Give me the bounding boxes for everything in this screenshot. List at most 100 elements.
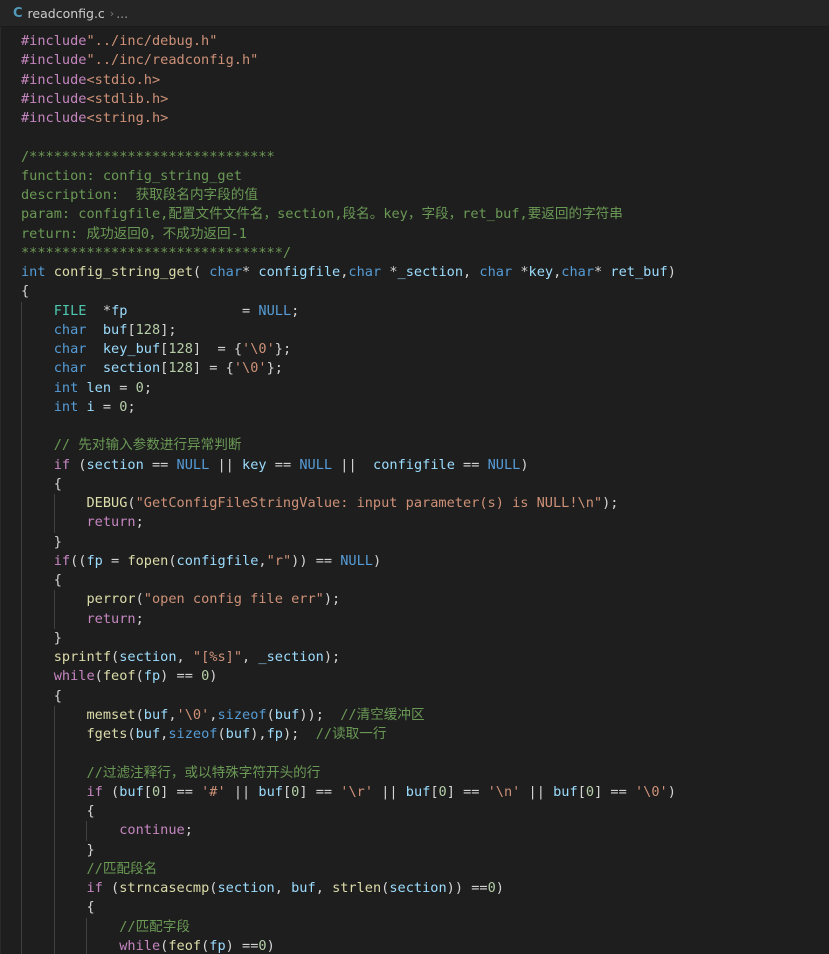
- code-line[interactable]: return: 成功返回0，不成功返回-1: [21, 225, 676, 244]
- code-token-pun: ||: [332, 456, 374, 473]
- code-line[interactable]: #include"../inc/readconfig.h": [21, 51, 676, 70]
- code-line[interactable]: }: [21, 532, 676, 552]
- code-token-fn: memset: [86, 706, 136, 723]
- indent-guide: [53, 609, 55, 629]
- code-token-ppstr: "../inc/debug.h": [86, 33, 218, 49]
- code-line[interactable]: #include"../inc/debug.h": [21, 32, 676, 51]
- code-line[interactable]: perror("open config file err");: [21, 590, 676, 610]
- code-token-pun: ;: [127, 398, 136, 415]
- code-token-pun: ): [373, 552, 382, 569]
- code-line[interactable]: //匹配段名: [21, 859, 676, 879]
- code-token-pun: ));: [299, 706, 341, 723]
- code-line[interactable]: // 先对输入参数进行异常判断: [21, 436, 676, 456]
- code-line[interactable]: ​: [21, 128, 676, 147]
- indent-guide: [21, 359, 22, 379]
- code-token-kw: char: [53, 360, 87, 377]
- code-line[interactable]: memset(buf,'\0',sizeof(buf)); //清空缓冲区: [21, 705, 676, 725]
- code-line[interactable]: fgets(buf,sizeof(buf),fp); //读取一行: [21, 725, 676, 745]
- code-line[interactable]: while(feof(fp) ==0): [21, 936, 676, 954]
- code-token-str: '\r': [340, 783, 374, 800]
- code-content[interactable]: #include"../inc/debug.h" #include"../inc/…: [0, 27, 676, 954]
- code-line[interactable]: int len = 0;: [21, 378, 676, 398]
- indent-guide: [53, 763, 55, 783]
- code-line[interactable]: return;: [21, 609, 676, 629]
- code-token-var: section: [102, 360, 161, 377]
- code-line[interactable]: {: [21, 802, 676, 822]
- indent-guide: [21, 821, 22, 841]
- code-line[interactable]: while(feof(fp) == 0): [21, 667, 676, 687]
- code-token-cmt: // 先对输入参数进行异常判断: [53, 437, 242, 454]
- code-line[interactable]: int config_string_get( char* configfile,…: [21, 263, 676, 282]
- code-token-pun: ): [520, 456, 529, 473]
- code-line[interactable]: continue;: [21, 821, 676, 841]
- code-token-kw: NULL: [258, 302, 292, 319]
- code-line[interactable]: //过滤注释行，或以特殊字符开头的行: [21, 763, 676, 783]
- code-line[interactable]: if (strncasecmp(section, buf, strlen(sec…: [21, 879, 676, 899]
- code-line[interactable]: {: [21, 571, 676, 591]
- code-line[interactable]: char key_buf[128] = {'\0'};: [21, 340, 676, 360]
- code-line[interactable]: ​: [21, 744, 676, 764]
- indent-guide: [53, 879, 55, 899]
- code-line[interactable]: #include<stdio.h>: [21, 71, 676, 90]
- code-token-pun: ] = {: [192, 360, 234, 377]
- code-line[interactable]: return;: [21, 513, 676, 533]
- code-token-pun: ): [667, 783, 676, 800]
- code-line[interactable]: {: [21, 686, 676, 706]
- code-editor[interactable]: #include"../inc/debug.h" #include"../inc/…: [0, 27, 829, 954]
- code-token-var: len: [86, 379, 112, 396]
- code-token-pun: ] ==: [594, 783, 635, 800]
- code-token-var: key: [528, 264, 554, 280]
- c-file-icon: C: [13, 5, 23, 21]
- breadcrumb-file-name: readconfig.c: [27, 5, 105, 21]
- code-token-pun: [21, 437, 54, 453]
- code-line[interactable]: ​: [21, 417, 676, 437]
- code-token-var: configfile: [258, 264, 341, 280]
- indent-guide: [21, 725, 22, 745]
- code-token-kw: sizeof: [168, 726, 218, 742]
- code-token-str: "open config file err": [143, 591, 324, 608]
- code-line[interactable]: ********************************/: [21, 244, 676, 263]
- code-line[interactable]: {: [21, 282, 676, 301]
- code-line[interactable]: #include<stdlib.h>: [21, 90, 676, 109]
- code-line[interactable]: if((fp = fopen(configfile,"r")) == NULL): [21, 551, 676, 571]
- code-token-pun: ||: [225, 783, 259, 800]
- code-line[interactable]: char buf[128];: [21, 320, 676, 340]
- indent-guide: [21, 705, 22, 725]
- code-line[interactable]: if (section == NULL || key == NULL || co…: [21, 455, 676, 475]
- code-token-pun: ),: [250, 726, 267, 742]
- code-line[interactable]: DEBUG("GetConfigFileStringValue: input p…: [21, 494, 676, 514]
- code-line[interactable]: }: [21, 840, 676, 860]
- code-token-var: key: [242, 456, 267, 473]
- code-token-var: section: [119, 649, 177, 665]
- code-token-pun: [21, 668, 54, 684]
- code-line[interactable]: {: [21, 898, 676, 918]
- code-line[interactable]: /******************************: [21, 148, 676, 167]
- code-line[interactable]: #include<string.h>: [21, 109, 676, 128]
- code-token-pun: {: [21, 475, 62, 492]
- code-line[interactable]: if (buf[0] == '#' || buf[0] == '\r' || b…: [21, 782, 676, 802]
- code-token-var: buf: [119, 783, 144, 800]
- code-line[interactable]: param: configfile,配置文件文件名，section,段名。key…: [21, 205, 676, 224]
- code-token-num: 0: [135, 379, 144, 396]
- code-line[interactable]: sprintf(section, "[%s]", _section);: [21, 648, 676, 668]
- code-line[interactable]: }: [21, 628, 676, 648]
- code-line[interactable]: {: [21, 474, 676, 494]
- code-token-pun: ] ==: [299, 783, 341, 800]
- code-token-pun: [21, 649, 54, 665]
- code-line[interactable]: //匹配字段: [21, 917, 676, 937]
- breadcrumb-separator-icon: ›: [109, 6, 115, 20]
- breadcrumb-file-segment[interactable]: C readconfig.c: [10, 6, 108, 21]
- code-token-pun: [21, 341, 54, 357]
- code-token-pun: ) ==: [225, 937, 259, 954]
- code-line[interactable]: function: config_string_get: [21, 167, 676, 186]
- breadcrumb-symbol-ellipsis[interactable]: ...: [116, 6, 128, 21]
- code-token-kw: int: [53, 379, 79, 396]
- indent-guide: [21, 571, 22, 591]
- code-line[interactable]: description: 获取段名内字段的值: [21, 186, 676, 205]
- code-line[interactable]: FILE *fp = NULL;: [21, 301, 676, 321]
- code-token-var: buf: [405, 783, 431, 800]
- code-token-pun: [21, 399, 54, 415]
- code-line[interactable]: int i = 0;: [21, 397, 676, 417]
- code-line[interactable]: char section[128] = {'\0'};: [21, 359, 676, 379]
- code-token-fn: perror: [86, 591, 136, 608]
